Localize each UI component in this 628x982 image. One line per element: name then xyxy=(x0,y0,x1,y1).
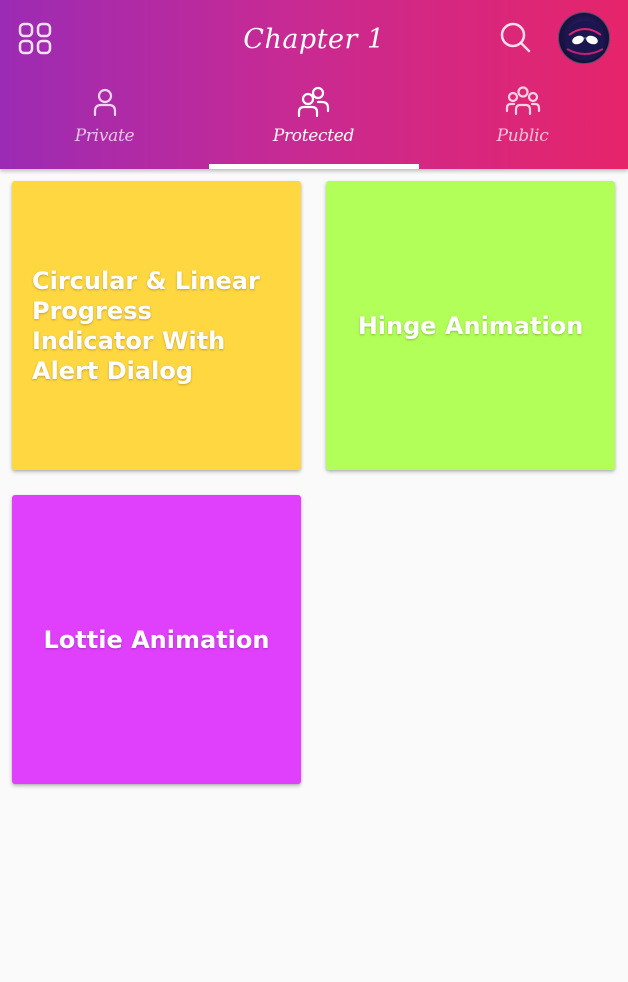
tab-public[interactable]: Public xyxy=(418,80,627,169)
tab-label: Protected xyxy=(272,126,355,146)
card-lottie-animation[interactable]: Lottie Animation xyxy=(12,495,301,784)
card-title: Circular & Linear Progress Indicator Wit… xyxy=(32,266,260,385)
search-icon[interactable] xyxy=(496,18,536,58)
card-title: Hinge Animation xyxy=(357,311,584,340)
tab-label: Public xyxy=(496,126,549,146)
tab-indicator xyxy=(209,164,419,169)
tab-label: Private xyxy=(74,126,135,146)
card-progress-indicator[interactable]: Circular & Linear Progress Indicator Wit… xyxy=(12,181,301,470)
tab-protected[interactable]: Protected xyxy=(209,80,418,169)
card-title: Lottie Animation xyxy=(43,625,270,654)
grid-icon[interactable] xyxy=(17,20,53,56)
tab-private[interactable]: Private xyxy=(0,80,209,169)
group-icon xyxy=(296,84,332,120)
avatar[interactable] xyxy=(558,12,610,64)
person-icon xyxy=(87,84,123,120)
card-hinge-animation[interactable]: Hinge Animation xyxy=(326,181,615,470)
people-icon xyxy=(505,84,541,120)
page-title: Chapter 1 xyxy=(243,24,385,55)
app-bar: Chapter 1 Private Protected Public xyxy=(0,0,628,169)
